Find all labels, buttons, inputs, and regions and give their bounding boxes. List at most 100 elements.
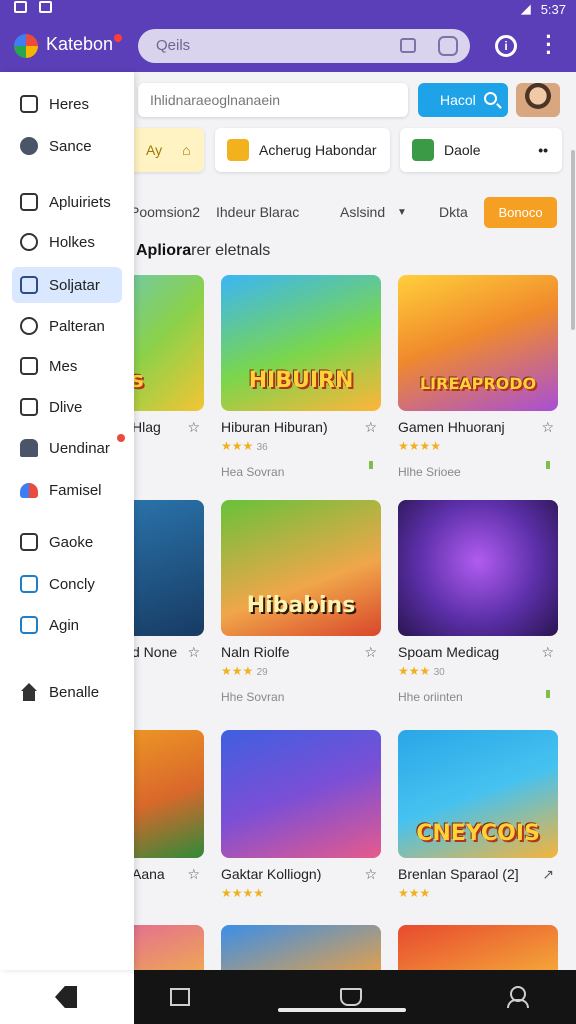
- profile-icon[interactable]: [507, 986, 529, 1008]
- drawer-item-gaoke[interactable]: Gaoke: [12, 524, 122, 560]
- nav-drawer: Heres Sance Apluiriets Holkes Soljatar P…: [0, 72, 134, 970]
- drawer-item-label: Holkes: [49, 233, 95, 251]
- favorite-star-icon[interactable]: ☆: [364, 866, 377, 883]
- game-thumbnail[interactable]: [134, 925, 204, 970]
- gesture-pill[interactable]: [278, 1008, 406, 1012]
- drawer-item-agin[interactable]: Agin: [12, 607, 122, 643]
- game-thumbnail[interactable]: [134, 500, 204, 636]
- filter-4[interactable]: Dkta: [439, 204, 468, 220]
- game-thumbnail[interactable]: [221, 730, 381, 858]
- rating-stars: ★★★ 30: [398, 664, 445, 678]
- game-thumbnail[interactable]: Ois: [134, 275, 204, 411]
- filter-1[interactable]: Poomsion2: [134, 204, 200, 220]
- chip-ay[interactable]: Ay ⌂: [134, 128, 204, 172]
- game-card[interactable]: d None ☆: [134, 500, 206, 660]
- drawer-item-apluiriets[interactable]: Apluiriets: [12, 184, 122, 220]
- drawer-item-label: Dlive: [49, 398, 83, 416]
- back-icon[interactable]: [55, 986, 77, 1008]
- scrollbar[interactable]: [571, 150, 575, 330]
- favorite-star-icon[interactable]: ☆: [187, 866, 200, 883]
- chevron-down-icon[interactable]: ▼: [397, 207, 407, 218]
- drawer-item-soljatar[interactable]: Soljatar: [12, 267, 122, 303]
- search-input[interactable]: Ihlidnaraeoglnanaein: [138, 83, 408, 117]
- rating-stars: ★★★ 36: [221, 439, 268, 453]
- drawer-item-concly[interactable]: Concly: [12, 566, 122, 602]
- game-card[interactable]: [398, 925, 560, 970]
- square-icon: [20, 193, 38, 211]
- favorite-star-icon[interactable]: ☆: [364, 419, 377, 436]
- drawer-item-holkes[interactable]: Holkes: [12, 224, 122, 260]
- game-title: Gaktar Kolliogn): [221, 866, 322, 882]
- game-card[interactable]: Aana ☆: [134, 730, 206, 882]
- game-title: Spoam Medicag: [398, 644, 500, 660]
- logo-badge: [114, 34, 122, 42]
- info-icon[interactable]: i: [495, 35, 517, 57]
- chart-icon: [20, 575, 38, 593]
- game-card[interactable]: Spoam Medicag ☆ ★★★ 30 Hhe oriinten: [398, 500, 560, 704]
- share-icon[interactable]: ↗: [542, 866, 554, 883]
- flag-icon: [546, 690, 550, 698]
- game-thumbnail[interactable]: Hibabins: [221, 500, 381, 636]
- game-thumbnail[interactable]: HIBUIRN: [221, 275, 381, 411]
- notification-icon: [14, 1, 27, 13]
- top-search-placeholder: Qeils: [156, 37, 191, 54]
- favorite-star-icon[interactable]: ☆: [364, 644, 377, 661]
- favorite-star-icon[interactable]: ☆: [541, 644, 554, 661]
- game-thumbnail[interactable]: [134, 730, 204, 858]
- drawer-item-heres[interactable]: Heres: [12, 86, 122, 122]
- drawer-item-mes[interactable]: Mes: [12, 348, 122, 384]
- drawer-item-label: Apluiriets: [49, 193, 111, 211]
- cube-icon: [227, 139, 249, 161]
- wifi-icon: ◢: [520, 1, 531, 16]
- chip-label: Ay: [146, 142, 163, 158]
- drawer-item-benalle[interactable]: Benalle: [12, 674, 122, 710]
- notification-badge: [117, 434, 125, 442]
- filter-button[interactable]: Bonoco: [484, 197, 557, 228]
- game-thumbnail[interactable]: CNEYCOIS: [398, 730, 558, 858]
- search-button[interactable]: Hacol: [418, 83, 508, 117]
- filter-3[interactable]: Aslsind: [340, 204, 385, 220]
- status-bar: ◢ 5:37: [0, 0, 576, 18]
- recent-apps-icon[interactable]: [170, 988, 190, 1006]
- drawer-item-palteran[interactable]: Palteran: [12, 308, 122, 344]
- game-card[interactable]: [134, 925, 206, 970]
- more-vert-icon[interactable]: · · ·: [542, 26, 556, 64]
- search-icon: [484, 92, 497, 105]
- rating-stars: ★★★ 29: [221, 664, 268, 678]
- game-thumbnail[interactable]: LIREAPRODO: [398, 275, 558, 411]
- favorite-star-icon[interactable]: ☆: [187, 419, 200, 436]
- game-card[interactable]: HIBUIRN Hiburan Hiburan) ☆ ★★★ 36 Hea So…: [221, 275, 383, 479]
- camera-icon[interactable]: [438, 36, 458, 56]
- chip-acherug-habondar[interactable]: Acherug Habondar: [215, 128, 390, 172]
- more-horiz-icon[interactable]: ••: [538, 142, 548, 158]
- drawer-item-sance[interactable]: Sance: [12, 128, 122, 164]
- drawer-item-label: Sance: [49, 137, 92, 155]
- game-subtitle: Hhe Sovran: [221, 690, 285, 704]
- game-title: Brenlan Sparaol (2]: [398, 866, 519, 882]
- home-icon[interactable]: [340, 988, 362, 1006]
- drawer-item-uendinar[interactable]: Uendinar: [12, 430, 125, 466]
- top-search-bar[interactable]: Qeils: [138, 29, 470, 63]
- game-card[interactable]: LIREAPRODO Gamen Hhuoranj ☆ ★★★★ Hlhe Sr…: [398, 275, 560, 479]
- home-icon[interactable]: [400, 38, 416, 53]
- drawer-item-famisel[interactable]: Famisel: [12, 472, 122, 508]
- game-card[interactable]: CNEYCOIS Brenlan Sparaol (2] ↗ ★★★: [398, 730, 560, 900]
- drawer-item-label: Palteran: [49, 317, 105, 335]
- chip-daole[interactable]: Daole ••: [400, 128, 562, 172]
- game-card[interactable]: Hibabins Naln Riolfe ☆ ★★★ 29 Hhe Sovran: [221, 500, 383, 704]
- app-logo-icon[interactable]: [14, 34, 38, 58]
- game-thumbnail[interactable]: [398, 500, 558, 636]
- rating-count: 29: [256, 667, 268, 678]
- favorite-star-icon[interactable]: ☆: [187, 644, 200, 661]
- avatar[interactable]: [516, 83, 560, 117]
- check-square-icon: [20, 533, 38, 551]
- game-card[interactable]: Ois Hlag ☆: [134, 275, 206, 435]
- favorite-star-icon[interactable]: ☆: [541, 419, 554, 436]
- game-thumbnail[interactable]: [398, 925, 558, 970]
- status-time: 5:37: [540, 1, 566, 17]
- filter-2[interactable]: Ihdeur Blarac: [216, 204, 299, 220]
- game-card[interactable]: [221, 925, 383, 970]
- game-card[interactable]: Gaktar Kolliogn) ☆ ★★★★: [221, 730, 383, 900]
- game-thumbnail[interactable]: [221, 925, 381, 970]
- drawer-item-dlive[interactable]: Dlive: [12, 389, 122, 425]
